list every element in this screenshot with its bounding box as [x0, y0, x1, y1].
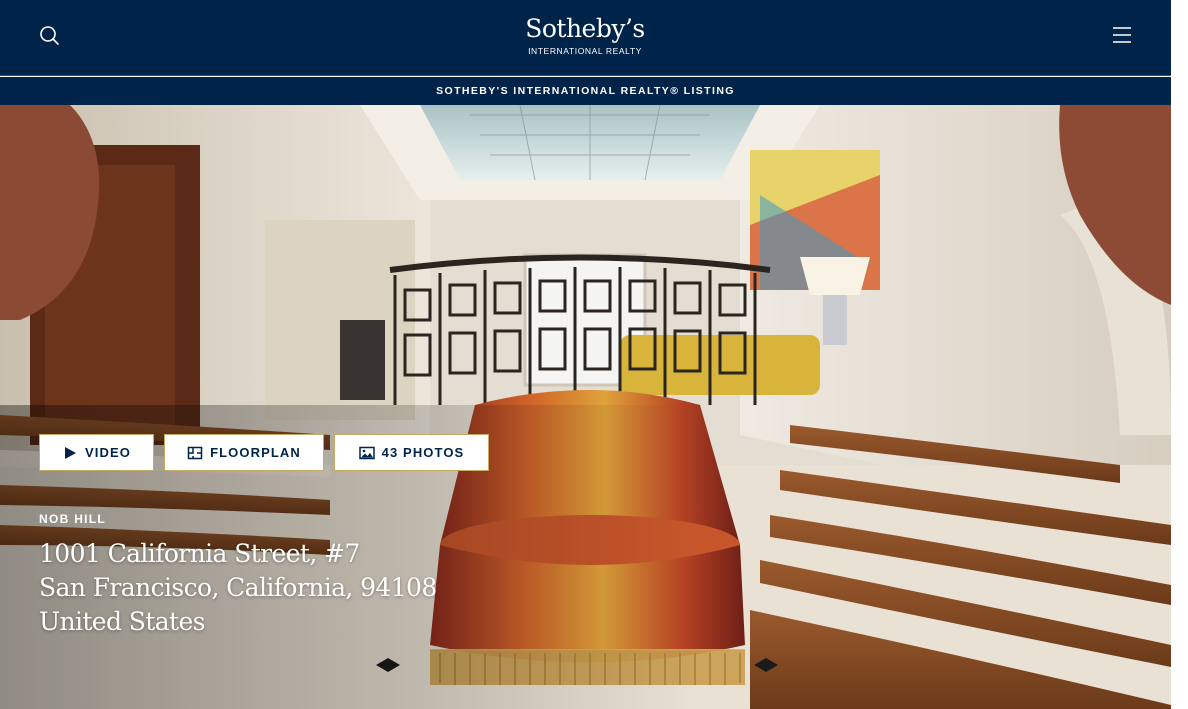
address-line-street: 1001 California Street, #7	[39, 539, 360, 568]
video-button[interactable]: VIDEO	[39, 434, 154, 471]
menu-button[interactable]	[1109, 22, 1135, 48]
logo-wordmark: Sotheby’s	[525, 14, 645, 43]
scrollbar-track[interactable]	[1171, 0, 1188, 709]
play-icon	[62, 445, 78, 461]
photos-button-label: 43 PHOTOS	[381, 445, 465, 460]
site-header: Sotheby’s INTERNATIONAL REALTY	[0, 0, 1171, 76]
logo-subtitle: INTERNATIONAL REALTY	[528, 46, 642, 56]
hero-photo[interactable]: VIDEO FLOORPLAN 43 PHOTOS NOB HILL 1001 …	[0, 105, 1171, 709]
floorplan-button-label: FLOORPLAN	[210, 445, 301, 460]
listing-page: Sotheby’s INTERNATIONAL REALTY SOTHEBY'S…	[0, 0, 1171, 709]
hamburger-menu-icon	[1113, 27, 1131, 43]
video-button-label: VIDEO	[85, 445, 131, 460]
sothebys-logo[interactable]: Sotheby’s INTERNATIONAL REALTY	[505, 14, 665, 64]
neighborhood-label: NOB HILL	[39, 512, 107, 526]
property-address: 1001 California Street, #7 San Francisco…	[39, 537, 437, 639]
photos-button[interactable]: 43 PHOTOS	[334, 434, 489, 471]
listing-banner: SOTHEBY'S INTERNATIONAL REALTY® LISTING	[0, 77, 1171, 105]
address-line-city: San Francisco, California, 94108	[39, 573, 437, 602]
floorplan-button[interactable]: FLOORPLAN	[164, 434, 324, 471]
search-button[interactable]	[36, 22, 62, 48]
photo-icon	[358, 445, 375, 461]
address-line-country: United States	[39, 607, 206, 636]
floorplan-icon	[187, 445, 203, 461]
search-icon	[40, 26, 59, 45]
